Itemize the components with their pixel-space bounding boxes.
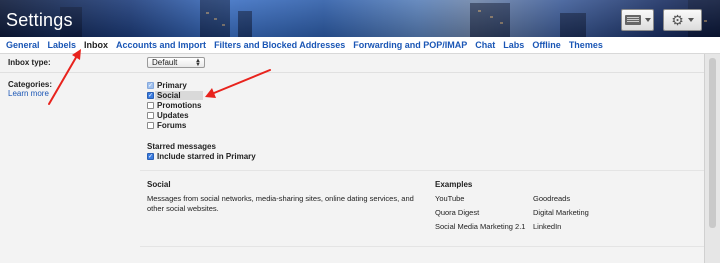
annotation-arrows (48, 49, 271, 105)
arrow-to-inbox-tab (48, 53, 79, 105)
arrow-to-social-option (213, 69, 271, 94)
